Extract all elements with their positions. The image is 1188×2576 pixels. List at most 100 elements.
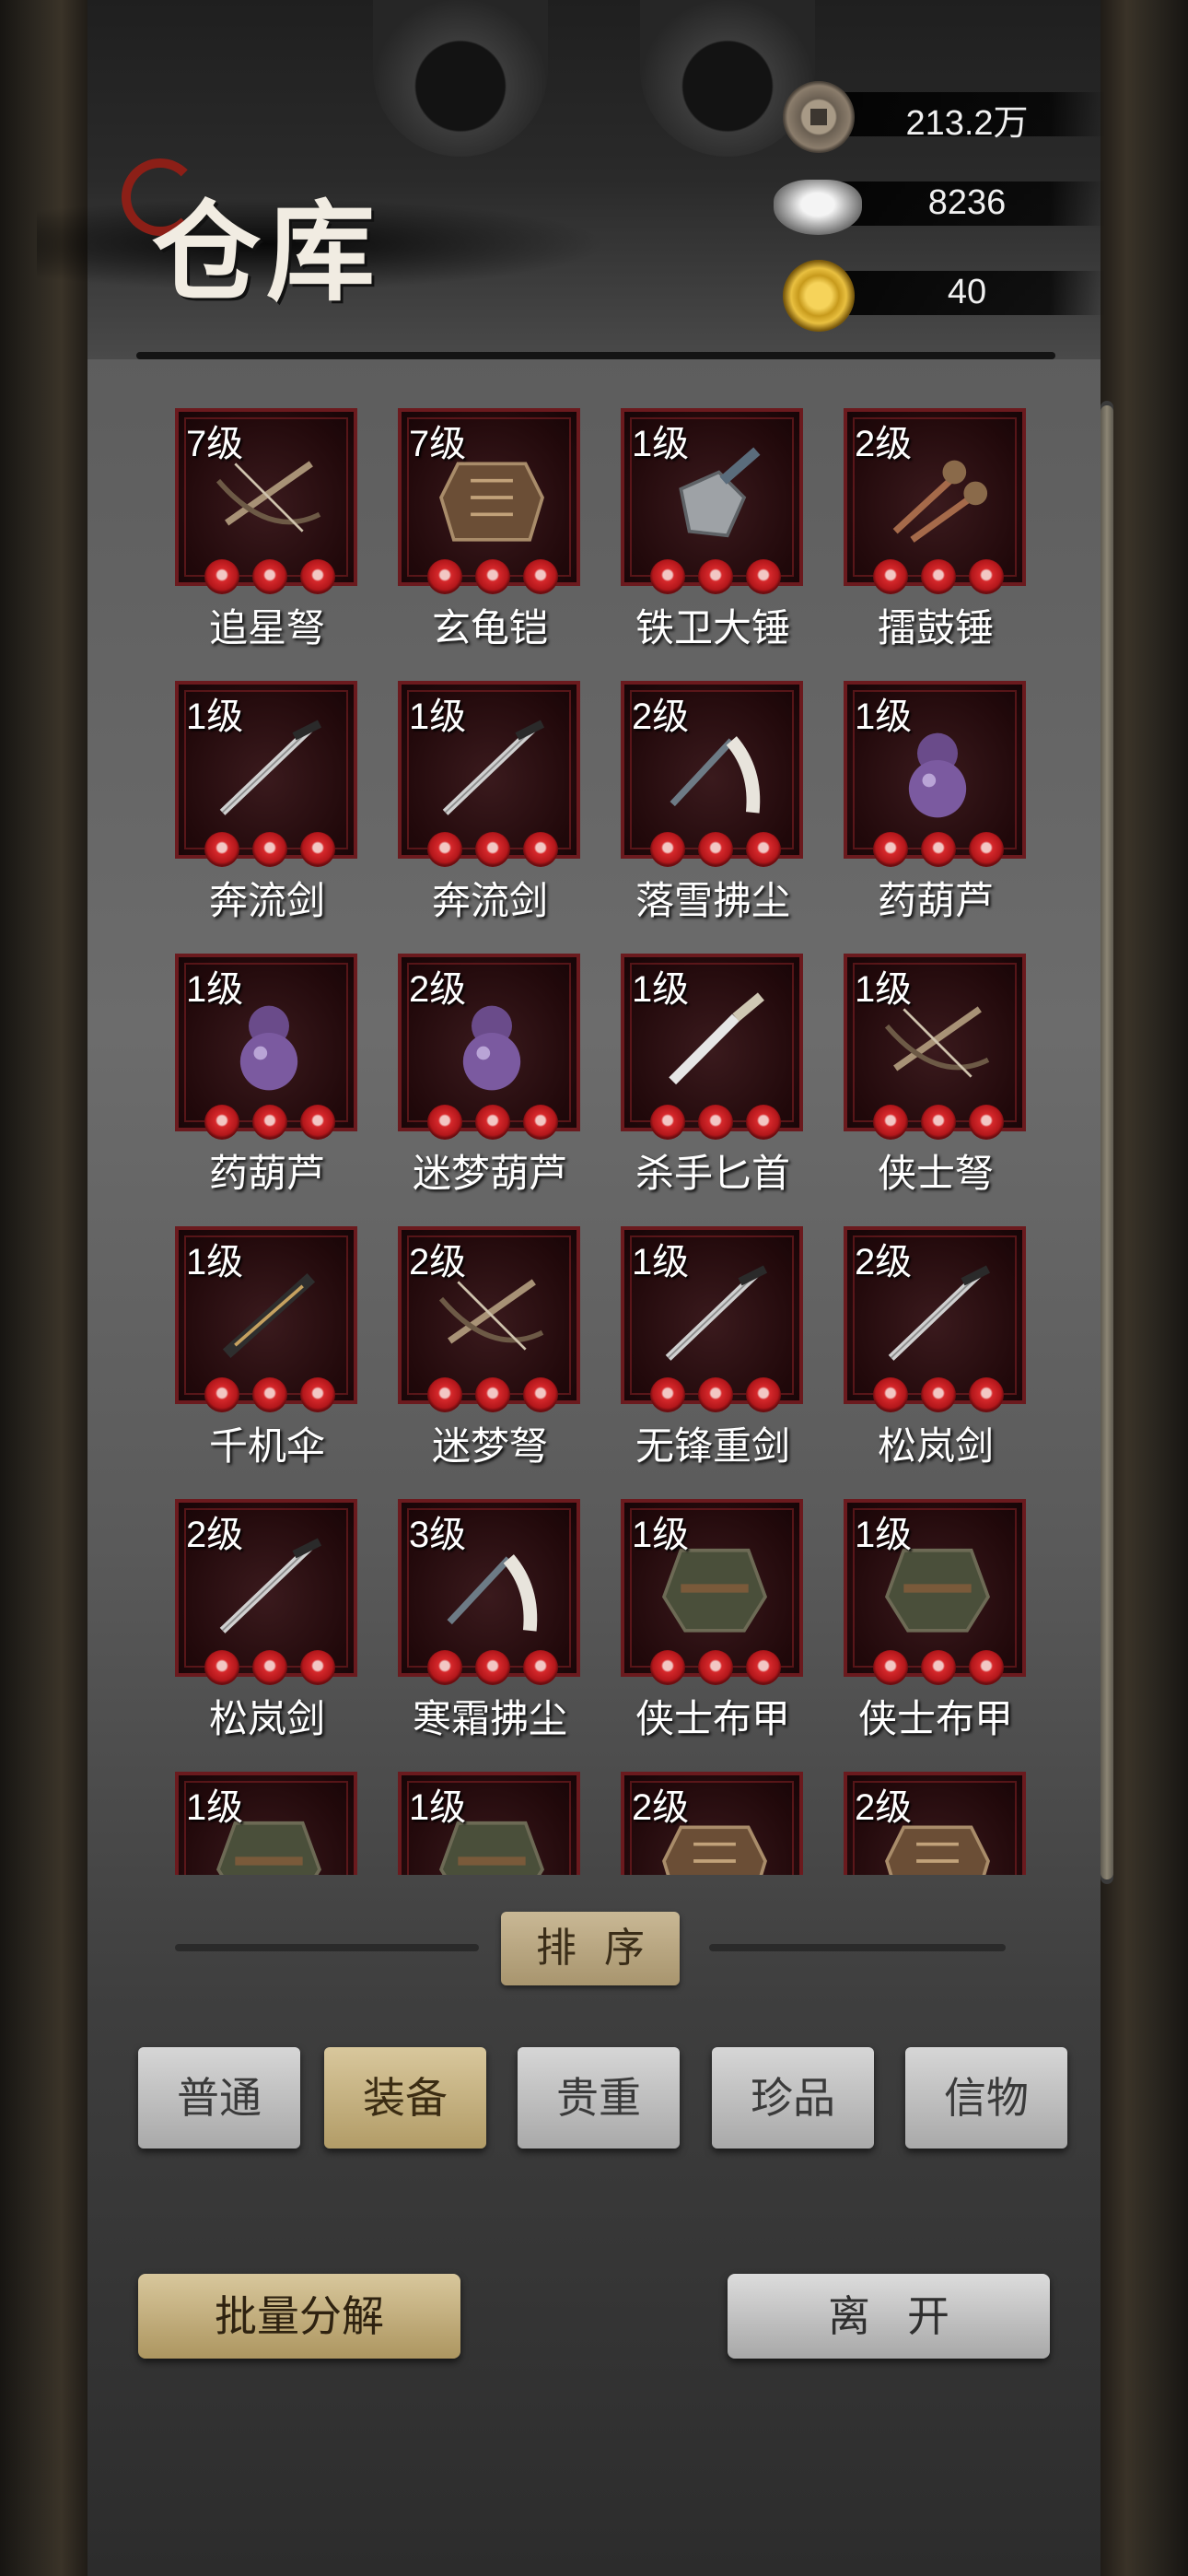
item-frame[interactable]: 2级 (398, 1226, 580, 1412)
gem-slot-icon (873, 832, 908, 867)
item-frame[interactable]: 1级 (398, 681, 580, 867)
inventory-item[interactable]: 1级 奔流剑 (398, 681, 582, 939)
inventory-item[interactable]: 1级 侠士布甲 (621, 1499, 805, 1757)
inventory-item[interactable]: 7级 玄龟铠 (398, 408, 582, 666)
item-frame[interactable]: 2级 (398, 954, 580, 1140)
gem-slots (624, 559, 807, 596)
item-name: 追星弩 (208, 605, 325, 650)
gem-slot-icon (921, 1650, 956, 1685)
gem-slot-icon (475, 1105, 510, 1140)
leave-button[interactable]: 离开 (728, 2274, 1050, 2359)
gem-slot-icon (475, 832, 510, 867)
inventory-item[interactable]: 1级 侠士弩 (844, 954, 1028, 1212)
item-frame[interactable]: 1级 (175, 1772, 357, 1875)
item-frame[interactable]: 2级 (621, 1772, 803, 1875)
item-frame[interactable]: 1级 (621, 408, 803, 594)
gem-slots (847, 559, 1030, 596)
gem-slots (402, 832, 584, 869)
item-frame[interactable]: 2级 (844, 408, 1026, 594)
inventory-item[interactable]: 2级 迷梦弩 (398, 1226, 582, 1484)
copper-amount: 213.2万 (905, 104, 1029, 143)
item-frame[interactable]: 7级 (398, 408, 580, 594)
item-frame[interactable]: 1级 (621, 1499, 803, 1685)
gem-slots (179, 1377, 361, 1414)
item-frame[interactable]: 1级 (175, 954, 357, 1140)
item-frame[interactable]: 2级 (844, 1772, 1026, 1875)
gem-slots (847, 832, 1030, 869)
item-frame[interactable]: 1级 (621, 1226, 803, 1412)
item-level: 2级 (632, 697, 690, 737)
gem-slot-icon (252, 1105, 287, 1140)
inventory-item[interactable]: 1级 千机伞 (175, 1226, 359, 1484)
inventory-item[interactable]: 2级 (621, 1772, 805, 1875)
inventory-item[interactable]: 1级 药葫芦 (844, 681, 1028, 939)
gold-amount: 40 (947, 273, 987, 311)
inventory-item[interactable]: 2级 擂鼓锤 (844, 408, 1028, 666)
item-frame[interactable]: 2级 (621, 681, 803, 867)
inventory-item[interactable]: 1级 侠士布甲 (844, 1499, 1028, 1757)
item-frame[interactable]: 1级 (844, 954, 1026, 1140)
gem-slots (847, 1105, 1030, 1142)
item-name: 铁卫大锤 (635, 605, 790, 650)
gem-slots (624, 1650, 807, 1687)
inventory-item[interactable]: 1级 (175, 1772, 359, 1875)
item-frame[interactable]: 1级 (621, 954, 803, 1140)
item-frame[interactable]: 1级 (398, 1772, 580, 1875)
inventory-item[interactable]: 1级 杀手匕首 (621, 954, 805, 1212)
tab-token[interactable]: 信物 (905, 2047, 1067, 2149)
game-scene: 仓库 213.2万 8236 40 7级 追星弩 7级 玄龟铠 1级 铁卫大锤 2级 擂鼓锤 1… (0, 0, 1188, 2576)
gem-slot-icon (252, 559, 287, 594)
item-frame[interactable]: 2级 (175, 1499, 357, 1685)
item-frame[interactable]: 1级 (844, 1499, 1026, 1685)
item-grid[interactable]: 7级 追星弩 7级 玄龟铠 1级 铁卫大锤 2级 擂鼓锤 1级 奔流剑 1级 奔流剑 2级 落雪拂尘 1级药… (175, 408, 1031, 1875)
item-frame[interactable]: 1级 (175, 1226, 357, 1412)
inventory-item[interactable]: 2级 迷梦葫芦 (398, 954, 582, 1212)
tab-equipment[interactable]: 装备 (324, 2047, 486, 2149)
pipe-decoration (373, 0, 548, 157)
tab-valuable[interactable]: 贵重 (518, 2047, 680, 2149)
tab-treasure[interactable]: 珍品 (712, 2047, 874, 2149)
inventory-item[interactable]: 2级 落雪拂尘 (621, 681, 805, 939)
sort-button[interactable]: 排序 (501, 1912, 680, 1985)
gem-slot-icon (252, 1377, 287, 1412)
gem-slot-icon (300, 832, 335, 867)
item-frame[interactable]: 1级 (844, 681, 1026, 867)
item-level: 1级 (855, 1515, 913, 1555)
inventory-item[interactable]: 1级无锋重剑 (621, 1226, 805, 1484)
inventory-item[interactable]: 1级药葫芦 (175, 954, 359, 1212)
gem-slot-icon (650, 1377, 685, 1412)
gem-slot-icon (698, 1105, 733, 1140)
gem-slot-icon (204, 832, 239, 867)
gem-slot-icon (969, 1377, 1004, 1412)
gem-slot-icon (650, 832, 685, 867)
scrollbar-thumb[interactable] (1101, 405, 1113, 1879)
gem-slot-icon (523, 1650, 558, 1685)
inventory-item[interactable]: 2级 (844, 1772, 1028, 1875)
inventory-item[interactable]: 1级铁卫大锤 (621, 408, 805, 666)
item-frame[interactable]: 1级 (175, 681, 357, 867)
gem-slot-icon (523, 1105, 558, 1140)
gem-slot-icon (698, 832, 733, 867)
item-frame[interactable]: 2级 (844, 1226, 1026, 1412)
gem-slot-icon (475, 559, 510, 594)
inventory-item[interactable]: 2级 松岚剑 (844, 1226, 1028, 1484)
tab-normal[interactable]: 普通 (138, 2047, 300, 2149)
inventory-item[interactable]: 7级追星弩 (175, 408, 359, 666)
gem-slot-icon (427, 1105, 462, 1140)
item-level: 1级 (632, 1242, 690, 1282)
inventory-item[interactable]: 1级 (398, 1772, 582, 1875)
item-level: 1级 (409, 1787, 467, 1828)
item-frame[interactable]: 7级 (175, 408, 357, 594)
item-name: 药葫芦 (208, 1151, 325, 1196)
item-level: 2级 (855, 1787, 913, 1828)
inventory-item[interactable]: 1级 奔流剑 (175, 681, 359, 939)
inventory-item[interactable]: 3级 寒霜拂尘 (398, 1499, 582, 1757)
bulk-dismantle-button[interactable]: 批量分解 (138, 2274, 460, 2359)
item-frame[interactable]: 3级 (398, 1499, 580, 1685)
gem-slots (179, 559, 361, 596)
item-name: 无锋重剑 (635, 1423, 790, 1469)
gem-slot-icon (969, 559, 1004, 594)
inventory-item[interactable]: 2级 松岚剑 (175, 1499, 359, 1757)
gem-slot-icon (650, 1105, 685, 1140)
gem-slot-icon (873, 1105, 908, 1140)
